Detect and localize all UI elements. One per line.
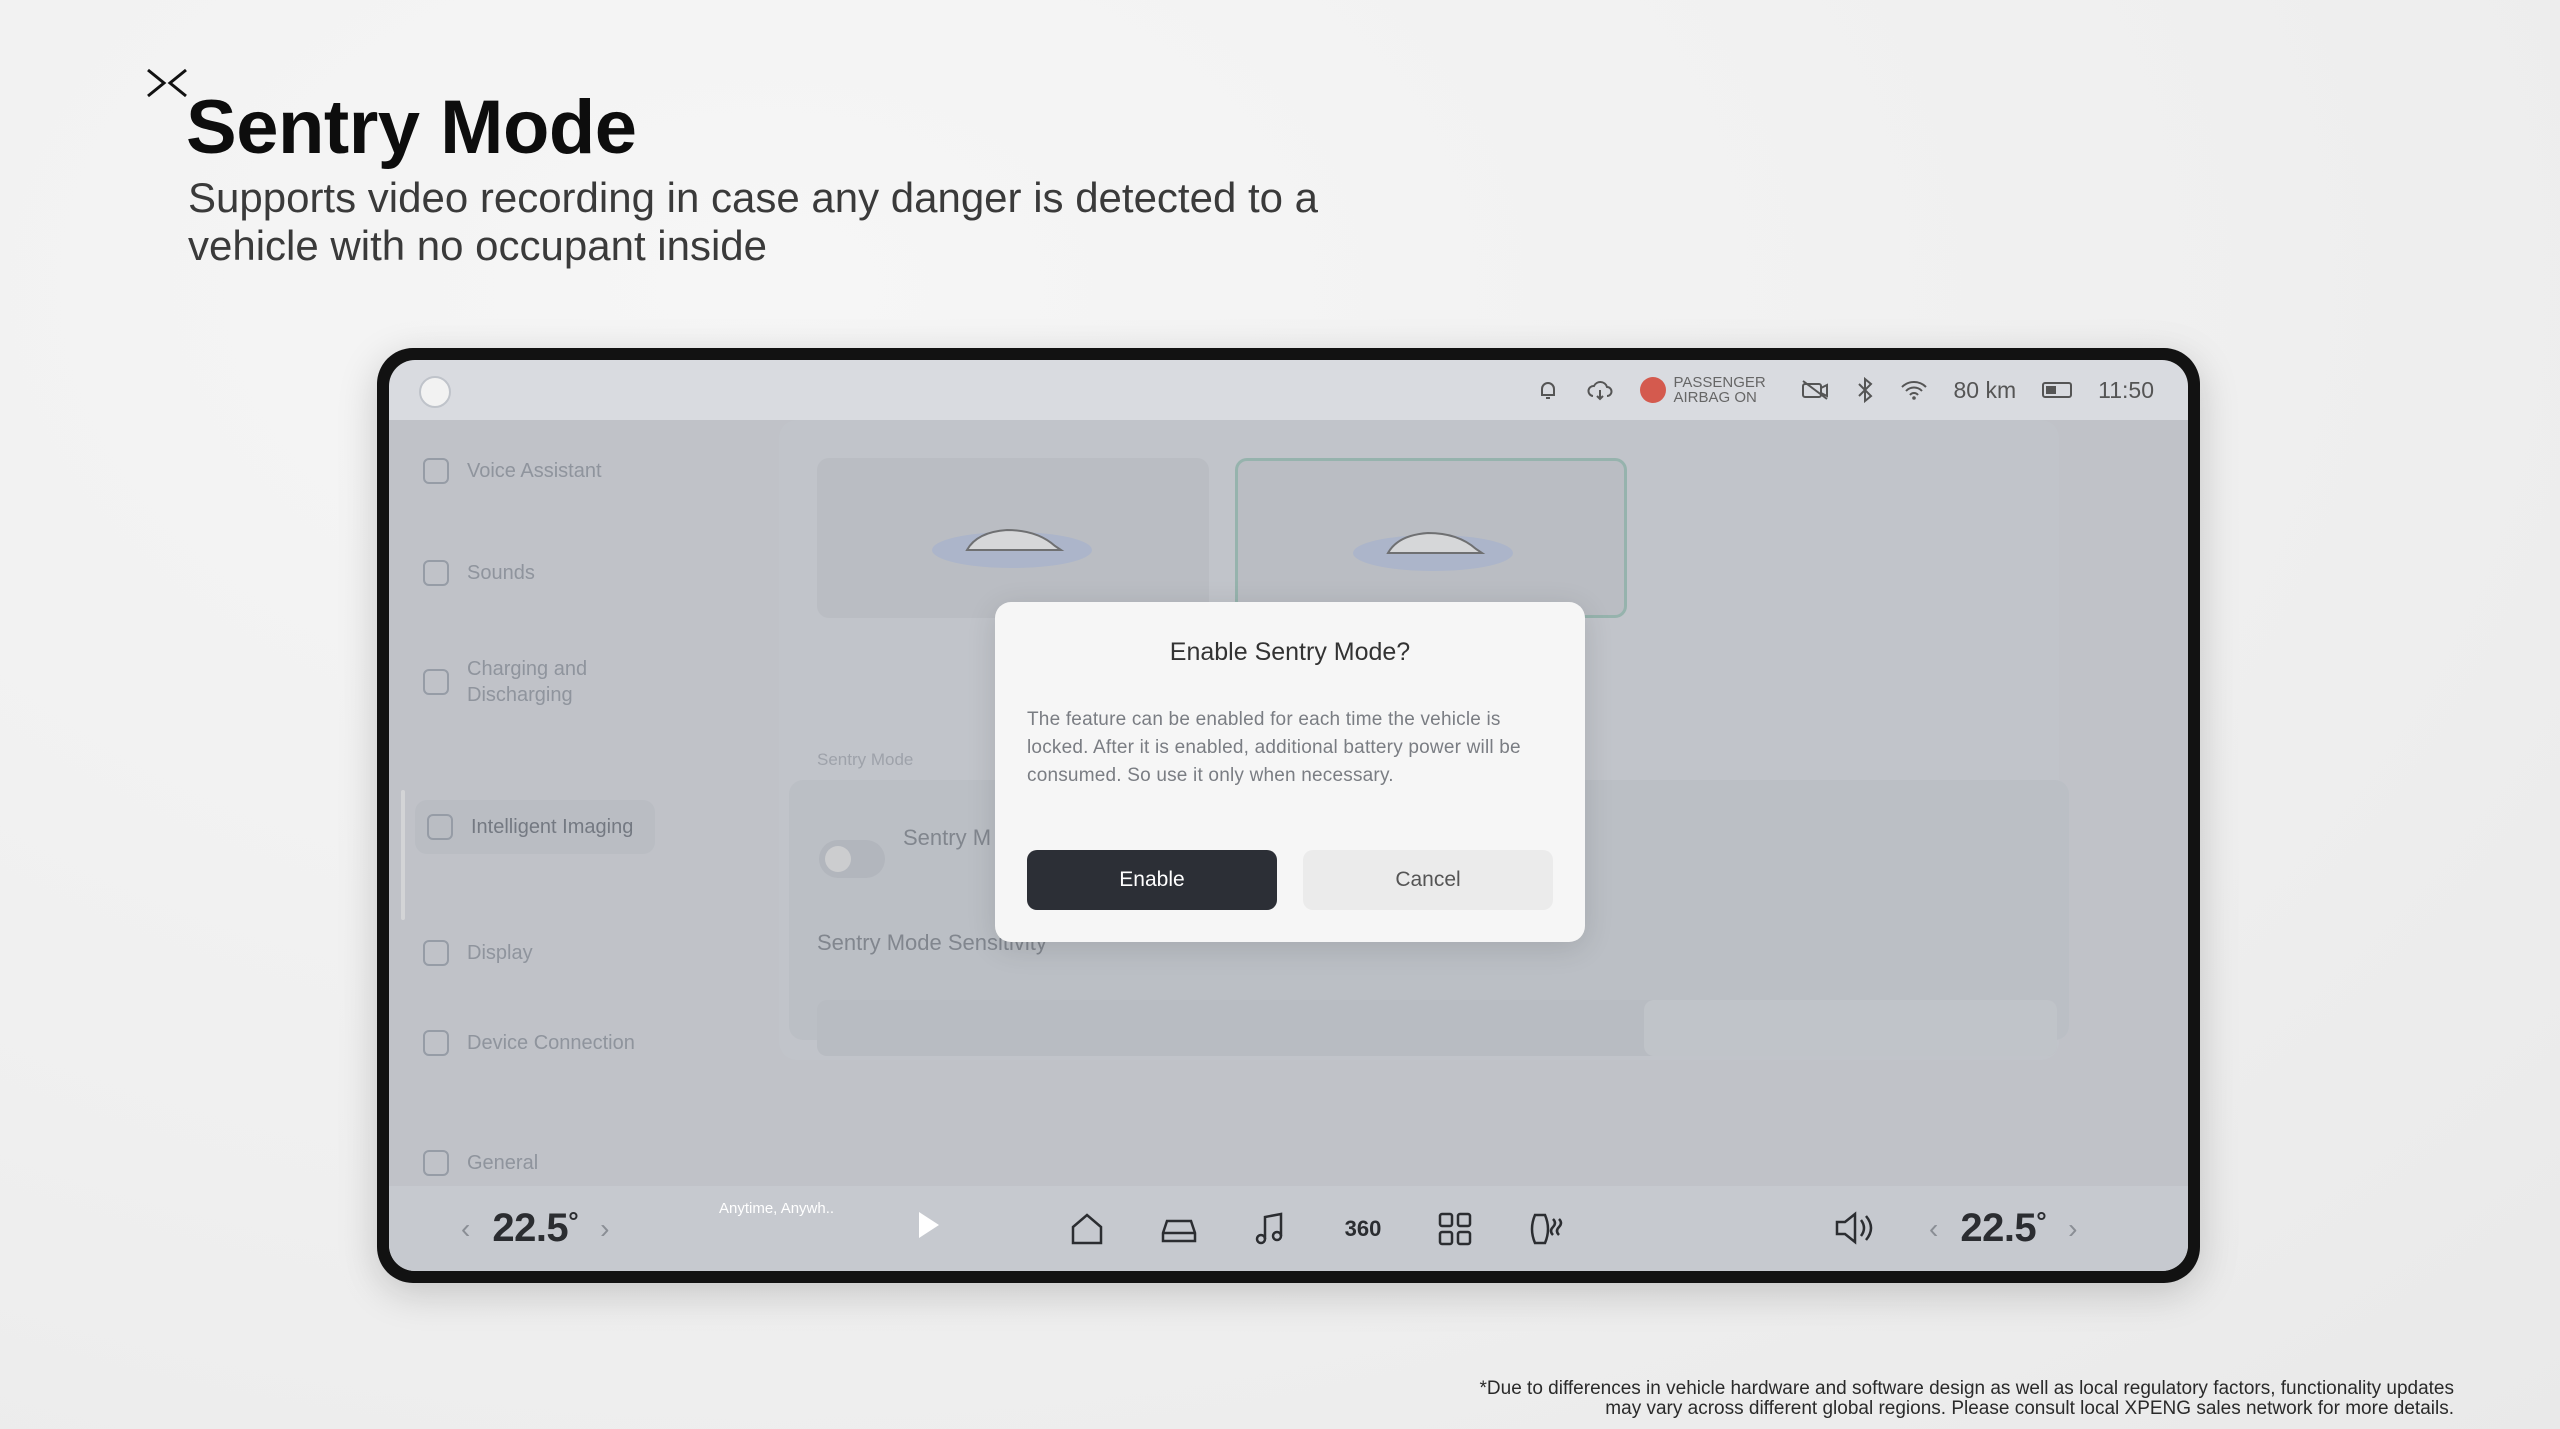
clock: 11:50	[2098, 376, 2154, 403]
xpeng-logo-icon	[147, 68, 187, 98]
slide-subtitle: Supports video recording in case any dan…	[188, 174, 1319, 269]
volume-icon[interactable]	[1831, 1206, 1875, 1250]
airbag-icon	[1639, 377, 1666, 403]
passenger-climate: ‹ 22.5° ›	[1929, 1186, 2077, 1271]
chevron-right-icon[interactable]: ›	[600, 1213, 609, 1245]
range-readout: 80 km	[1953, 376, 2017, 403]
chevron-right-icon[interactable]: ›	[2068, 1213, 2077, 1245]
disclaimer-footnote: *Due to differences in vehicle hardware …	[1479, 1378, 2454, 1419]
vehicle-display-frame: PASSENGER AIRBAG ON 80 km 11:50 Voice As…	[377, 348, 2200, 1283]
home-icon[interactable]	[1065, 1207, 1109, 1251]
bottom-dock: ‹ 22.5° › Anytime, Anywh.. 360 ‹ 22.5° ›	[389, 1186, 2188, 1271]
chevron-left-icon[interactable]: ‹	[461, 1213, 470, 1245]
airbag-status: PASSENGER AIRBAG ON	[1639, 374, 1774, 406]
media-widget[interactable]: Anytime, Anywh..	[719, 1200, 879, 1256]
chevron-left-icon[interactable]: ‹	[1929, 1213, 1938, 1245]
bell-icon[interactable]	[1536, 378, 1560, 402]
play-icon[interactable]	[919, 1212, 939, 1238]
cancel-button[interactable]: Cancel	[1303, 850, 1553, 910]
camera-off-icon[interactable]	[1800, 378, 1830, 402]
dialog-message: The feature can be enabled for each time…	[1027, 709, 1521, 786]
camera-360-icon[interactable]: 360	[1341, 1207, 1385, 1251]
wifi-icon[interactable]	[1900, 379, 1928, 401]
media-title: Anytime, Anywh..	[719, 1200, 835, 1217]
driver-climate: ‹ 22.5° ›	[461, 1186, 609, 1271]
apps-grid-icon[interactable]	[1433, 1207, 1477, 1251]
driver-temp[interactable]: 22.5°	[492, 1206, 578, 1251]
battery-icon	[2042, 382, 2073, 398]
bluetooth-icon[interactable]	[1856, 377, 1874, 403]
status-bar: PASSENGER AIRBAG ON 80 km 11:50	[389, 360, 2188, 420]
dock-shortcuts: 360	[1065, 1186, 1569, 1271]
passenger-temp[interactable]: 22.5°	[1960, 1206, 2046, 1251]
car-icon[interactable]	[1157, 1207, 1201, 1251]
slide-title: Sentry Mode	[186, 85, 637, 170]
seat-heater-icon[interactable]	[1525, 1207, 1569, 1251]
user-avatar[interactable]	[419, 376, 451, 408]
cloud-download-icon[interactable]	[1586, 378, 1614, 402]
enable-sentry-dialog: Enable Sentry Mode? The feature can be e…	[995, 602, 1585, 942]
dialog-title: Enable Sentry Mode?	[1169, 638, 1411, 666]
airbag-text: PASSENGER AIRBAG ON	[1673, 374, 1766, 406]
music-icon[interactable]	[1249, 1207, 1293, 1251]
infotainment-screen: PASSENGER AIRBAG ON 80 km 11:50 Voice As…	[389, 360, 2188, 1271]
status-icons: PASSENGER AIRBAG ON 80 km 11:50	[1536, 360, 2154, 420]
enable-button[interactable]: Enable	[1027, 850, 1277, 910]
